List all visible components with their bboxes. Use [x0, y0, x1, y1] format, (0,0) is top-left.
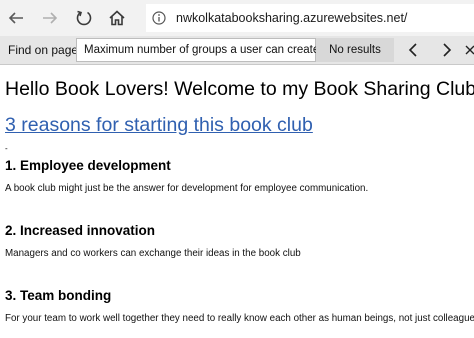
find-on-page-bar: Find on page Maximum number of groups a …: [0, 36, 474, 65]
dash-text: -: [5, 144, 8, 153]
page-content: Hello Book Lovers! Welcome to my Book Sh…: [0, 65, 474, 338]
refresh-button[interactable]: [70, 4, 98, 32]
page-heading: Hello Book Lovers! Welcome to my Book Sh…: [5, 78, 474, 100]
address-bar[interactable]: nwkolkatabooksharing.azurewebsites.net/: [146, 4, 474, 32]
section-heading-employee-development: 1. Employee development: [5, 158, 171, 173]
find-status: No results: [316, 38, 394, 62]
back-button[interactable]: [2, 4, 30, 32]
find-query: Maximum number of groups a user can crea…: [84, 44, 320, 56]
site-info-icon[interactable]: [152, 11, 166, 25]
section-text-employee-development: A book club might just be the answer for…: [5, 183, 369, 194]
section-text-increased-innovation: Managers and co workers can exchange the…: [5, 248, 301, 259]
find-input[interactable]: Maximum number of groups a user can crea…: [76, 38, 320, 62]
forward-arrow-icon: [43, 12, 58, 24]
forward-button[interactable]: [36, 4, 64, 32]
section-text-team-bonding: For your team to work well together they…: [5, 313, 474, 324]
back-arrow-icon: [8, 12, 23, 24]
section-heading-team-bonding: 3. Team bonding: [5, 288, 112, 303]
home-button[interactable]: [103, 4, 131, 32]
section-heading-increased-innovation: 2. Increased innovation: [5, 223, 156, 238]
browser-toolbar: nwkolkatabooksharing.azurewebsites.net/: [0, 0, 474, 36]
find-close-button[interactable]: [462, 38, 474, 62]
refresh-icon: [76, 10, 92, 26]
chevron-right-icon: [443, 43, 452, 57]
find-previous-button[interactable]: [400, 38, 426, 62]
url-text: nwkolkatabooksharing.azurewebsites.net/: [176, 11, 408, 25]
find-label: Find on page: [8, 43, 79, 57]
home-icon: [109, 10, 125, 26]
chevron-left-icon: [408, 43, 417, 57]
find-status-text: No results: [329, 44, 381, 56]
close-icon: [465, 45, 474, 55]
reasons-link[interactable]: 3 reasons for starting this book club: [5, 114, 313, 137]
find-next-button[interactable]: [434, 38, 460, 62]
